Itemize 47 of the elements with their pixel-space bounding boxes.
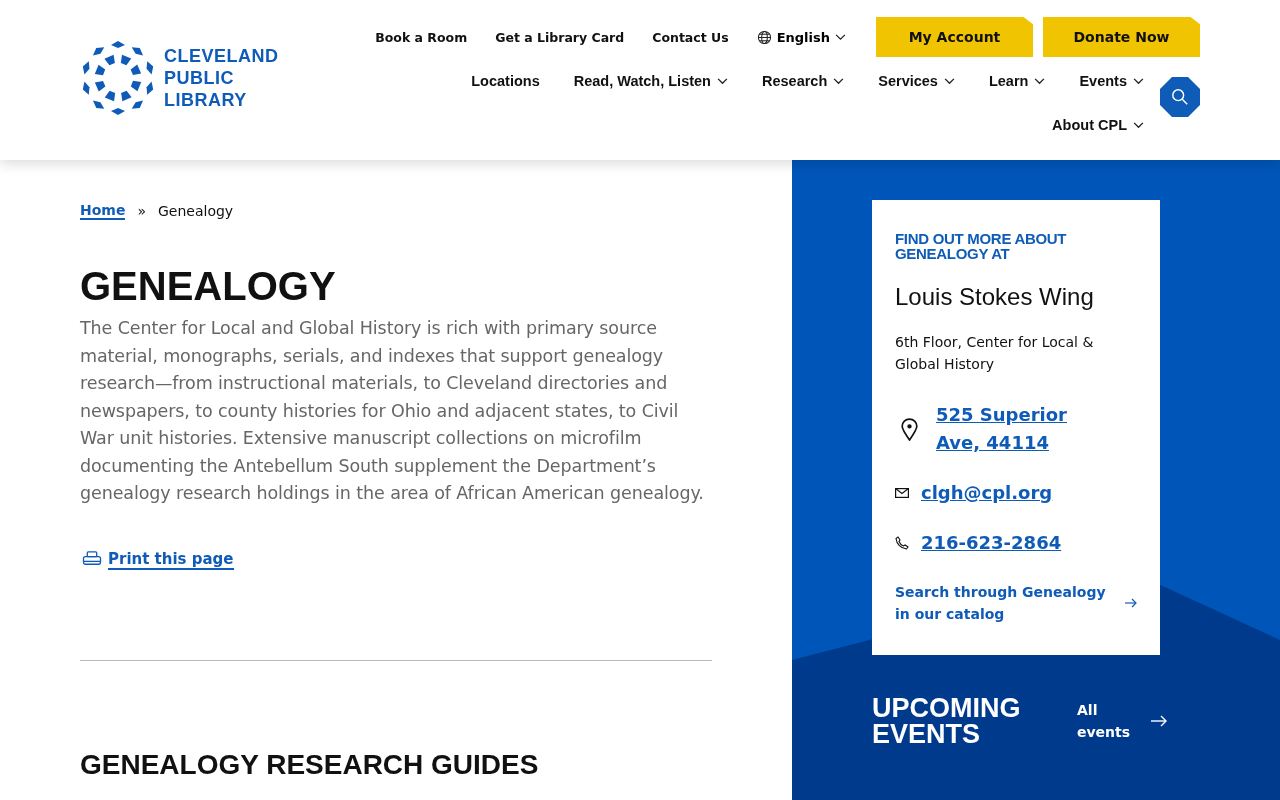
nav-item[interactable]: Read, Watch, Listen <box>573 63 728 99</box>
contact-link[interactable]: 525 Superior Ave, 44114 <box>936 401 1116 457</box>
current-page-label: Genealogy <box>158 203 234 219</box>
map-pin-icon <box>901 417 918 441</box>
nav-item[interactable]: Locations <box>471 63 540 99</box>
nav-item[interactable]: Research <box>761 63 845 99</box>
nav-item[interactable]: Learn <box>988 63 1046 99</box>
chevron-down-icon <box>943 77 955 85</box>
globe-icon <box>756 29 772 45</box>
contact-link[interactable]: clgh@cpl.org <box>921 479 1053 507</box>
card-eyebrow: FIND OUT MORE ABOUT GENEALOGY AT <box>895 231 1068 261</box>
chevron-down-icon <box>716 77 728 85</box>
utility-link[interactable]: Book a Room <box>375 29 468 45</box>
floor-text: 6th Floor, Center for Local & Global History <box>895 333 1095 374</box>
nav-item[interactable]: About CPL <box>1052 107 1144 143</box>
all-events-link[interactable]: All events <box>1077 699 1167 743</box>
catalog-link[interactable]: Search through Genealogy in our catalog <box>895 581 1137 625</box>
location-name: Louis Stokes Wing <box>895 283 1095 311</box>
utility-link[interactable]: Get a Library Card <box>495 29 625 45</box>
logo-icon <box>80 40 156 116</box>
logo-text[interactable]: CLEVELAND PUBLIC LIBRARY <box>164 45 279 111</box>
print-link[interactable]: Print this page <box>108 549 234 570</box>
utility-link[interactable]: Contact Us <box>652 29 729 45</box>
chevron-down-icon <box>1034 77 1046 85</box>
chevron-down-icon <box>1133 121 1144 129</box>
arrow-right-icon <box>1125 598 1137 608</box>
nav-item[interactable]: Events <box>1079 63 1144 99</box>
nav-item[interactable]: Services <box>878 63 955 99</box>
page-title: GENEALOGY <box>80 264 337 309</box>
search-icon <box>1171 88 1189 106</box>
chevron-down-icon <box>1133 77 1144 85</box>
printer-icon <box>82 551 102 568</box>
events-heading: UPCOMING EVENTS <box>872 695 1022 747</box>
section-heading: GENEALOGY RESEARCH GUIDES <box>80 748 540 781</box>
intro-paragraph: The Center for Local and Global History is rich with primary source material, monographs, serials, and indexes that support genealogy research—from instructional materials, to Cleveland directories and newspapers, to county histories for Ohio and adjacent states, to Civil War unit histories. Extensive manuscript collections on microfilm documenting the Antebellum South supplement the Department’s genealogy research holdings in the area of African American genealogy. <box>80 317 705 505</box>
search-button[interactable] <box>1160 77 1200 117</box>
action-button[interactable]: My Account <box>876 17 1033 57</box>
language-selector[interactable]: English <box>756 29 846 45</box>
chevron-down-icon <box>835 33 846 41</box>
contact-link[interactable]: 216-623-2864 <box>921 529 1062 557</box>
action-button[interactable]: Donate Now <box>1043 17 1200 57</box>
chevron-down-icon <box>833 77 845 85</box>
mail-icon <box>895 488 909 498</box>
breadcrumb-link[interactable]: Home <box>80 202 126 220</box>
breadcrumb-separator: » <box>137 203 146 219</box>
arrow-right-icon <box>1151 715 1167 727</box>
phone-icon <box>895 536 909 550</box>
